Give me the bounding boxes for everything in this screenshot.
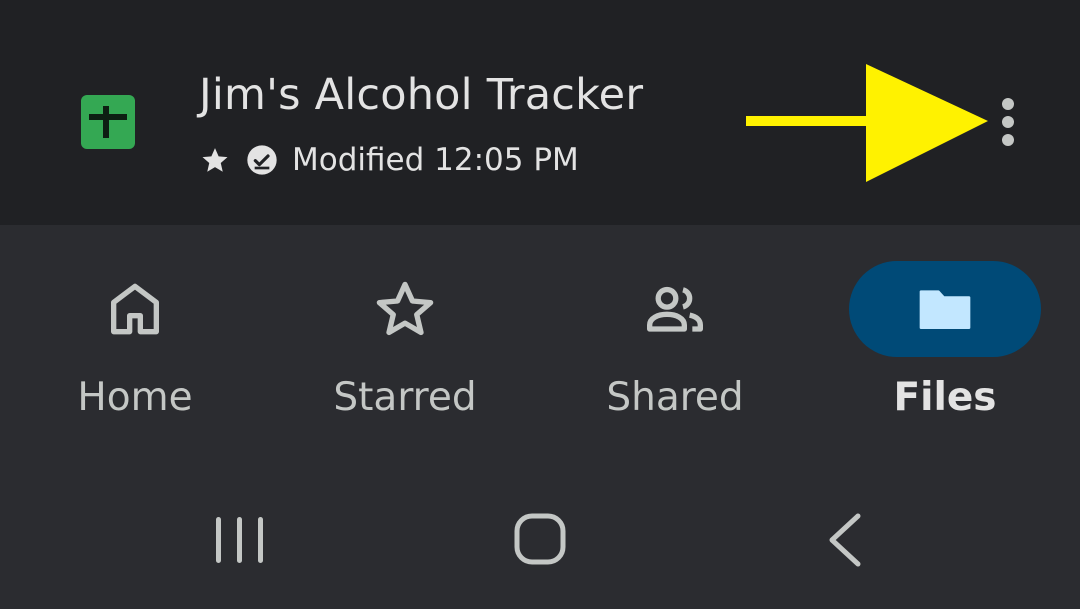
bottom-navigation: Home Starred Shared Files bbox=[0, 225, 1080, 470]
google-sheets-icon bbox=[81, 95, 135, 149]
more-vert-icon-dot bbox=[1002, 134, 1014, 146]
yellow-arrow-annotation bbox=[746, 64, 988, 182]
star-icon bbox=[202, 148, 228, 172]
more-vert-icon-dot bbox=[1002, 98, 1014, 110]
recents-icon[interactable] bbox=[200, 510, 280, 570]
file-title: Jim's Alcohol Tracker bbox=[199, 70, 644, 120]
nav-label-starred: Starred bbox=[333, 375, 477, 420]
file-meta: Modified 12:05 PM bbox=[200, 140, 579, 180]
modified-time: Modified 12:05 PM bbox=[292, 142, 579, 178]
nav-label-home: Home bbox=[77, 375, 193, 420]
more-vert-icon-dot bbox=[1002, 116, 1014, 128]
star-outline-icon bbox=[376, 281, 434, 336]
nav-icon-container bbox=[579, 261, 771, 357]
back-icon[interactable] bbox=[805, 510, 885, 570]
nav-icon-container bbox=[309, 261, 501, 357]
nav-label-shared: Shared bbox=[606, 375, 744, 420]
home-icon bbox=[111, 283, 159, 335]
nav-item-files[interactable]: Files bbox=[810, 225, 1080, 470]
nav-label-files: Files bbox=[893, 375, 997, 420]
offline-available-icon bbox=[247, 145, 277, 175]
nav-item-shared[interactable]: Shared bbox=[540, 225, 810, 470]
nav-icon-container-active bbox=[849, 261, 1041, 357]
nav-item-home[interactable]: Home bbox=[0, 225, 270, 470]
file-row[interactable]: Jim's Alcohol Tracker Modified 12:05 PM bbox=[0, 0, 1080, 225]
nav-icon-container bbox=[39, 261, 231, 357]
nav-item-starred[interactable]: Starred bbox=[270, 225, 540, 470]
system-navigation-bar bbox=[0, 470, 1080, 609]
home-circle-icon[interactable] bbox=[500, 510, 580, 570]
more-options-button[interactable] bbox=[982, 92, 1034, 152]
people-icon bbox=[647, 286, 703, 332]
folder-icon bbox=[919, 290, 971, 329]
